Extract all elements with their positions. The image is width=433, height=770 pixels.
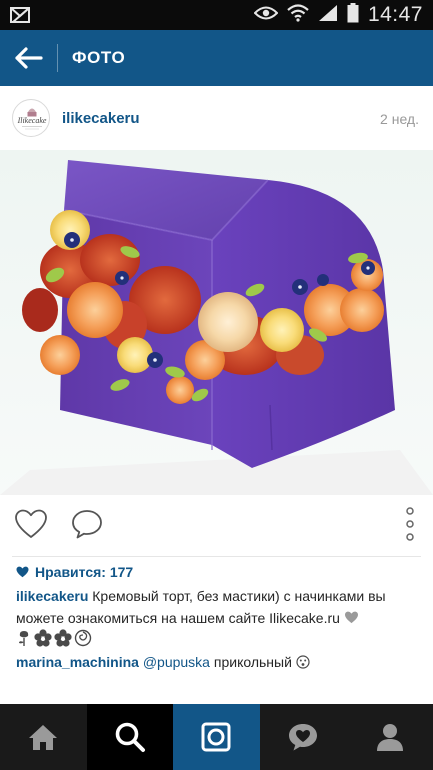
avatar-text: Ilikecake xyxy=(17,116,47,125)
like-button[interactable] xyxy=(14,507,48,541)
comment-button[interactable] xyxy=(70,507,104,541)
home-icon xyxy=(29,725,58,750)
heart-outline-icon xyxy=(15,509,47,538)
likes-label: Нравится: 177 xyxy=(35,564,134,580)
notification-icon xyxy=(10,6,32,29)
heart-filled-icon xyxy=(16,566,29,578)
profile-icon xyxy=(376,724,403,751)
status-time: 14:47 xyxy=(367,3,423,26)
rosette-emoji-icon xyxy=(74,629,92,647)
activity-heart-icon xyxy=(289,724,318,751)
post-photo[interactable] xyxy=(0,150,433,495)
arrow-left-icon xyxy=(15,47,43,69)
flower-emoji-icon xyxy=(34,629,52,647)
flower-emoji-icon xyxy=(54,629,72,647)
caption-username[interactable]: ilikecakeru xyxy=(16,588,88,604)
status-bar: 14:47 xyxy=(0,0,433,30)
battery-icon xyxy=(347,2,359,28)
signal-icon xyxy=(318,4,338,27)
wifi-icon xyxy=(287,3,309,27)
camera-icon xyxy=(201,722,231,752)
nav-home[interactable] xyxy=(0,704,87,770)
page-title: ФОТО xyxy=(72,48,126,67)
post-time: 2 нед. xyxy=(380,111,419,127)
search-icon xyxy=(115,722,145,752)
post-caption: ilikecakeru Кремовый торт, без мастики) … xyxy=(16,585,420,629)
bottom-nav xyxy=(0,704,433,770)
action-bar-divider xyxy=(57,44,58,72)
avatar[interactable]: Ilikecake xyxy=(12,99,50,137)
nav-camera[interactable] xyxy=(173,704,260,770)
action-bar: ФОТО xyxy=(0,30,433,86)
comment-row: marina_machinina @pupuska прикольный xyxy=(16,651,310,673)
comment-mention[interactable]: @pupuska xyxy=(143,654,210,670)
grey-heart-emoji-icon xyxy=(344,611,358,624)
astonished-face-emoji-icon xyxy=(296,655,310,669)
likes-count[interactable]: Нравится: 177 xyxy=(16,563,133,581)
comment-bubble-icon xyxy=(72,510,102,539)
nav-activity[interactable] xyxy=(260,704,347,770)
post-username[interactable]: ilikecakeru xyxy=(62,110,140,127)
comment-username[interactable]: marina_machinina xyxy=(16,654,139,670)
rose-emoji-icon xyxy=(19,631,29,646)
nav-profile[interactable] xyxy=(346,704,433,770)
post-actions xyxy=(0,495,433,555)
post-header: Ilikecake ilikecakeru 2 нед. xyxy=(0,86,433,150)
more-vertical-icon xyxy=(406,507,414,541)
caption-emoji-row xyxy=(16,629,92,647)
more-options-button[interactable] xyxy=(393,507,427,541)
divider xyxy=(12,556,421,557)
nav-search[interactable] xyxy=(86,704,174,770)
back-button[interactable] xyxy=(10,40,48,76)
eye-icon xyxy=(253,5,279,26)
comment-text: прикольный xyxy=(213,654,292,670)
